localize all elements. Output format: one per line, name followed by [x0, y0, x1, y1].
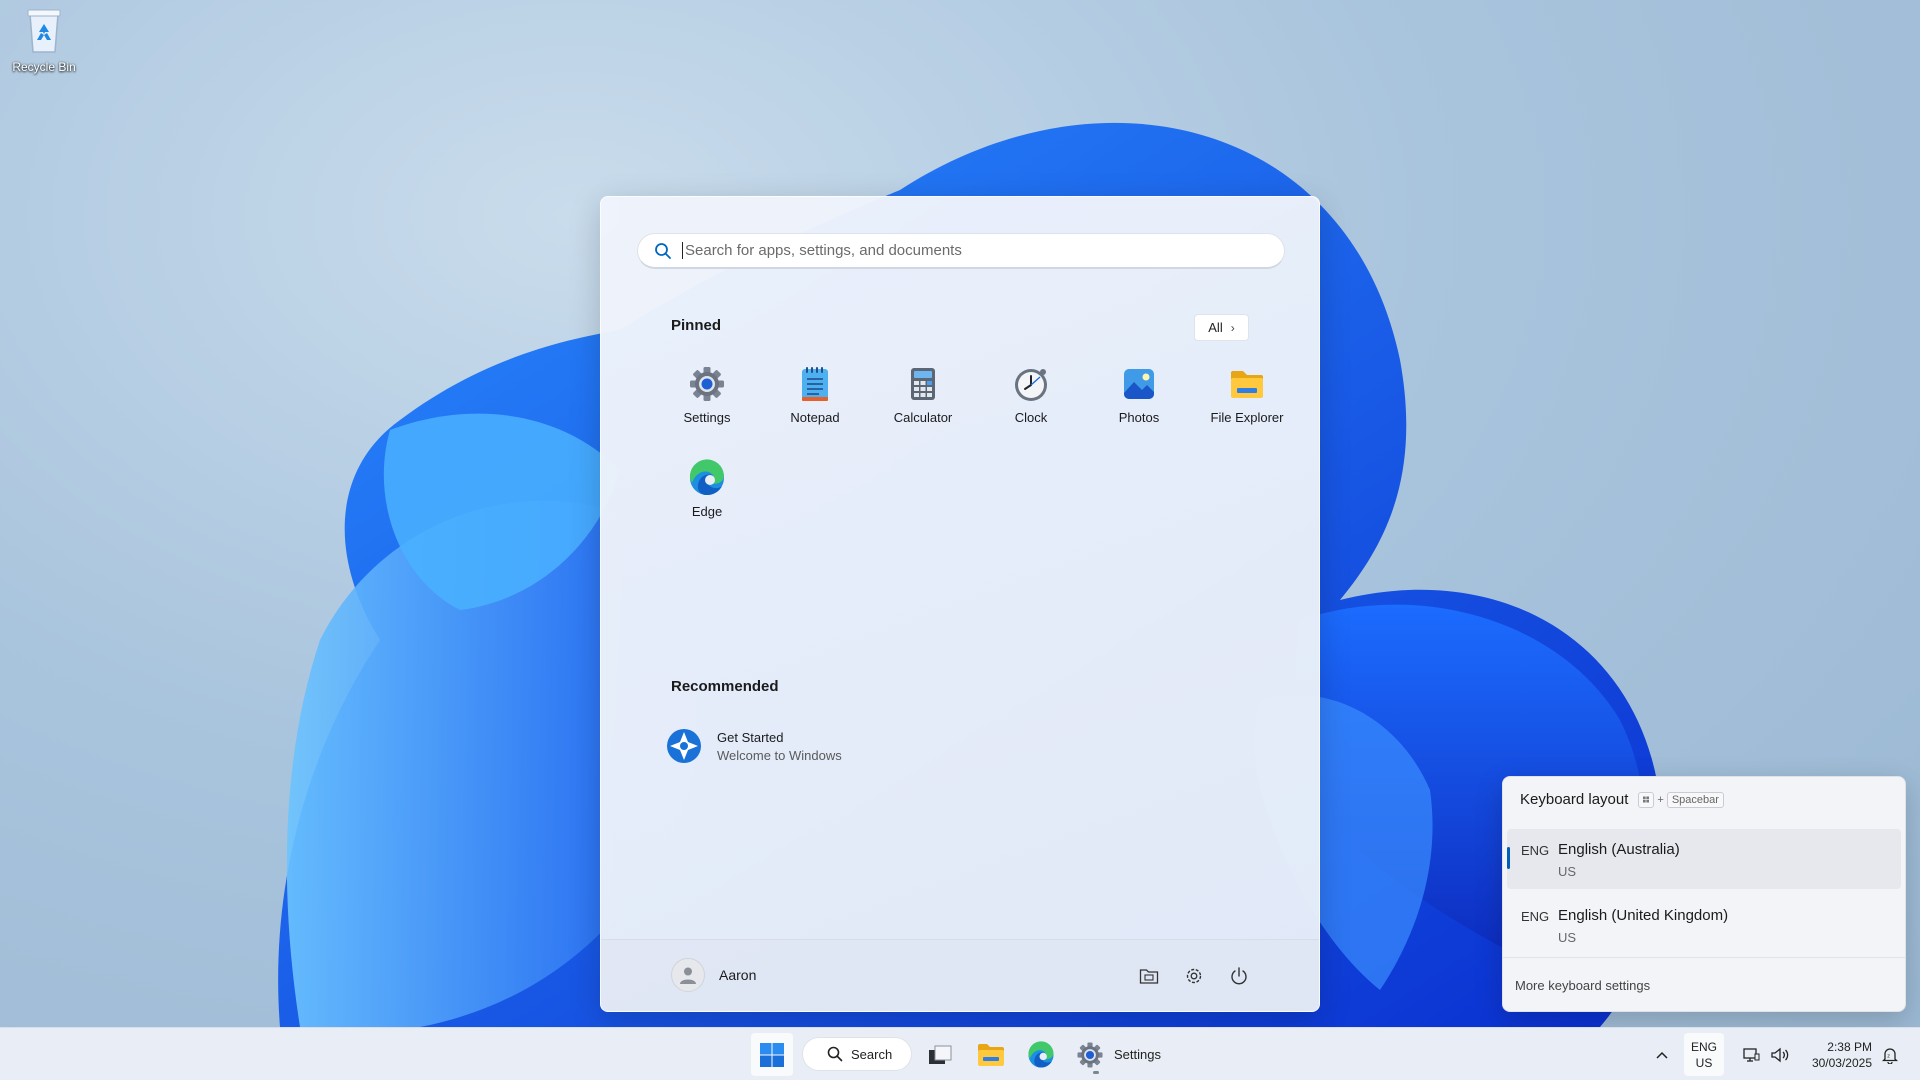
pinned-app-settings[interactable]: Settings: [653, 359, 761, 453]
quick-settings-button[interactable]: [1734, 1033, 1798, 1076]
keyboard-layout-option-united-kingdom[interactable]: ENG English (United Kingdom) US: [1507, 895, 1901, 955]
pinned-app-label: Clock: [1014, 410, 1048, 425]
pinned-app-notepad[interactable]: Notepad: [761, 359, 869, 453]
taskbar-settings-app[interactable]: Settings: [1070, 1033, 1166, 1076]
edge-icon: [1028, 1040, 1054, 1068]
keyboard-shortcut-hint: + Spacebar: [1638, 791, 1724, 808]
volume-icon: [1771, 1047, 1789, 1062]
desktop-icon-label: Recycle Bin: [12, 60, 76, 74]
pinned-app-calculator[interactable]: Calculator: [869, 359, 977, 453]
clock-time: 2:38 PM: [1827, 1039, 1872, 1054]
photos-icon: [1124, 369, 1154, 399]
pinned-app-label: Edge: [691, 504, 723, 519]
pinned-app-label: Photos: [1118, 410, 1160, 425]
chevron-right-icon: ›: [1230, 320, 1235, 335]
folder-icon: [1231, 371, 1263, 398]
settings-gear-icon: [690, 367, 724, 401]
pinned-apps-grid: Settings Notepad Calculator Clock Photos…: [653, 359, 1301, 547]
pinned-app-label: Notepad: [790, 410, 840, 425]
avatar: [671, 958, 705, 992]
input-indicator-button[interactable]: ENG US: [1684, 1033, 1724, 1076]
selected-indicator: [1507, 847, 1510, 869]
documents-folder-icon: [1139, 969, 1159, 984]
pinned-app-file-explorer[interactable]: File Explorer: [1193, 359, 1301, 453]
input-language: ENG: [1690, 1039, 1717, 1054]
windows-logo-icon: [760, 1042, 784, 1067]
input-layout: US: [1695, 1055, 1713, 1070]
network-icon: [1743, 1047, 1760, 1062]
clock-icon: [1015, 369, 1047, 401]
start-search-box[interactable]: [637, 233, 1285, 269]
settings-button[interactable]: [1180, 962, 1208, 990]
task-view-button[interactable]: [920, 1033, 960, 1076]
pinned-app-label: File Explorer: [1210, 410, 1284, 425]
chevron-up-icon: [1656, 1051, 1668, 1059]
recommended-heading: Recommended: [671, 678, 779, 695]
calculator-icon: [911, 368, 935, 400]
taskbar: Search Settings ENG US 2:38 PM 30/03/202…: [0, 1027, 1920, 1080]
clock-button[interactable]: 2:38 PM 30/03/2025: [1798, 1033, 1874, 1076]
keyboard-layout-title: Keyboard layout: [1520, 791, 1629, 808]
start-button[interactable]: [751, 1033, 793, 1076]
pinned-app-clock[interactable]: Clock: [977, 359, 1085, 453]
start-search-input[interactable]: [685, 242, 1284, 259]
documents-button[interactable]: [1135, 962, 1163, 990]
pinned-app-photos[interactable]: Photos: [1085, 359, 1193, 453]
layout-name: English (United Kingdom): [1558, 907, 1729, 924]
layout-sub: US: [1558, 864, 1577, 879]
taskbar-search-label: Search: [851, 1046, 893, 1062]
text-caret: [682, 242, 683, 259]
search-icon: [827, 1046, 843, 1062]
settings-gear-icon: [1077, 1041, 1103, 1068]
running-indicator: [1093, 1071, 1099, 1074]
start-menu: Pinned All ›: [600, 196, 1320, 1012]
search-icon: [655, 242, 671, 259]
edge-icon: [689, 459, 724, 495]
layout-name: English (Australia): [1558, 841, 1680, 858]
show-hidden-icons-button[interactable]: [1650, 1033, 1674, 1076]
taskbar-search-button[interactable]: Search: [802, 1037, 912, 1071]
all-apps-label: All: [1208, 320, 1223, 335]
get-started-icon: [667, 729, 701, 763]
pinned-app-label: Calculator: [893, 410, 953, 425]
taskbar-settings-label: Settings: [1114, 1047, 1161, 1062]
keyboard-layout-option-australia[interactable]: ENG English (Australia) US: [1507, 829, 1901, 889]
recommended-item-get-started[interactable]: Get Started Welcome to Windows: [665, 727, 842, 765]
power-icon: [1231, 967, 1247, 985]
taskbar-edge[interactable]: [1020, 1033, 1062, 1076]
more-keyboard-settings-link[interactable]: More keyboard settings: [1503, 957, 1905, 1011]
recommended-item-title: Get Started: [717, 729, 784, 745]
clock-date: 30/03/2025: [1811, 1055, 1872, 1070]
user-account-button[interactable]: Aaron: [671, 958, 756, 992]
svg-text:z: z: [1887, 1053, 1890, 1059]
spacebar-key: Spacebar: [1666, 791, 1724, 808]
recycle-bin-icon: [27, 9, 61, 53]
windows-key-icon: [1638, 791, 1655, 808]
layout-abbr: ENG: [1521, 843, 1550, 858]
pinned-app-edge[interactable]: Edge: [653, 453, 761, 547]
folder-icon: [978, 1043, 1004, 1066]
settings-gear-icon: [1186, 968, 1202, 984]
user-icon: [680, 967, 696, 984]
shortcut-plus: +: [1657, 793, 1664, 806]
recommended-item-subtitle: Welcome to Windows: [717, 747, 842, 763]
layout-sub: US: [1558, 930, 1577, 945]
pinned-app-label: Settings: [683, 410, 731, 425]
notepad-icon: [802, 367, 828, 401]
pinned-heading: Pinned: [671, 317, 722, 334]
start-menu-footer: Aaron: [601, 939, 1319, 1011]
keyboard-layout-header: Keyboard layout + Spacebar: [1520, 791, 1724, 808]
user-name: Aaron: [719, 967, 757, 983]
all-apps-button[interactable]: All ›: [1194, 314, 1249, 341]
desktop-icon-recycle-bin[interactable]: Recycle Bin: [6, 6, 82, 74]
notifications-button[interactable]: z: [1878, 1033, 1902, 1076]
keyboard-layout-flyout: Keyboard layout + Spacebar ENG English (…: [1502, 776, 1906, 1012]
taskbar-file-explorer[interactable]: [970, 1033, 1012, 1076]
task-view-icon: [929, 1045, 952, 1064]
power-button[interactable]: [1225, 962, 1253, 990]
bell-icon: z: [1882, 1047, 1898, 1064]
layout-abbr: ENG: [1521, 909, 1550, 924]
